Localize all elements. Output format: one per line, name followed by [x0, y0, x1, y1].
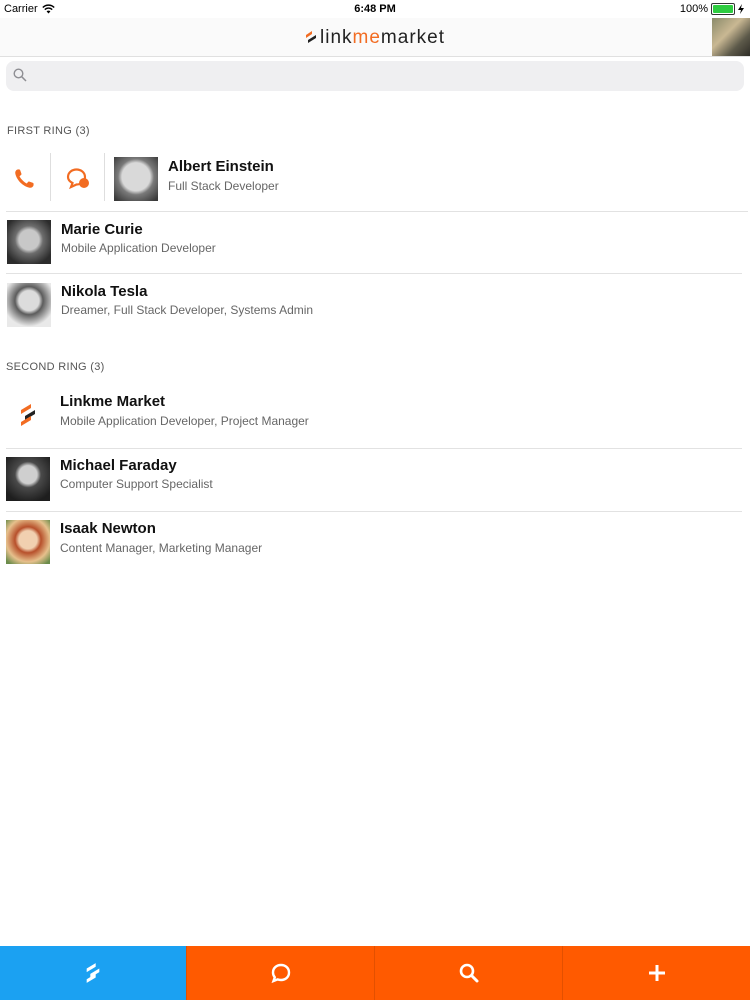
linkme-logo-icon — [86, 963, 100, 983]
chat-bubble-icon — [271, 963, 290, 984]
logo-text-market: market — [380, 27, 445, 48]
contact-role: Full Stack Developer — [168, 179, 279, 193]
battery-icon — [711, 3, 735, 15]
search-input[interactable] — [36, 65, 730, 89]
tab-add[interactable] — [562, 946, 750, 1000]
avatar — [6, 393, 50, 437]
search-icon — [13, 68, 27, 82]
section-header-second-ring: SECOND RING (3) — [6, 361, 105, 373]
charging-bolt-icon — [738, 4, 744, 14]
clock: 6:48 PM — [354, 3, 396, 15]
contact-role: Dreamer, Full Stack Developer, Systems A… — [61, 303, 314, 317]
list-item[interactable]: Linkme Market Mobile Application Develop… — [0, 385, 750, 447]
contact-name: Albert Einstein — [168, 158, 274, 175]
linkme-logo-icon — [21, 404, 35, 426]
battery-indicator: 100% — [680, 3, 744, 15]
contact-name: Michael Faraday — [60, 457, 177, 474]
list-item[interactable]: Nikola Tesla Dreamer, Full Stack Develop… — [0, 275, 750, 337]
call-button[interactable] — [2, 157, 46, 201]
avatar — [114, 157, 158, 201]
plus-icon — [648, 965, 665, 981]
logo-text-linkme: linkmelinkme — [320, 27, 381, 48]
navigation-bar: linkmelinkmemarket — [0, 18, 750, 57]
status-bar: Carrier 6:48 PM 100% — [0, 0, 750, 18]
row-divider — [6, 273, 742, 274]
contact-name: Nikola Tesla — [61, 283, 148, 300]
contact-name: Marie Curie — [61, 221, 143, 238]
contact-role: Mobile Application Developer, Project Ma… — [60, 414, 309, 428]
linkme-logo-mark-icon — [306, 30, 316, 43]
list-item[interactable]: Albert Einstein Full Stack Developer — [0, 149, 750, 211]
chat-button[interactable] — [56, 157, 100, 201]
avatar — [6, 457, 50, 501]
phone-icon — [15, 169, 34, 188]
contact-role: Computer Support Specialist — [60, 477, 213, 491]
list-item[interactable]: Marie Curie Mobile Application Developer — [0, 212, 750, 274]
chat-icon — [66, 168, 89, 190]
tab-chat[interactable] — [186, 946, 374, 1000]
contact-role: Mobile Application Developer — [61, 241, 216, 255]
tab-search[interactable] — [374, 946, 562, 1000]
battery-percent: 100% — [679, 3, 708, 15]
avatar — [6, 520, 50, 564]
avatar — [7, 283, 51, 327]
contact-name: Linkme Market — [60, 393, 166, 410]
contact-role: Content Manager, Marketing Manager — [60, 541, 263, 555]
avatar — [7, 220, 51, 264]
list-item[interactable]: Michael Faraday Computer Support Special… — [0, 449, 750, 511]
list-item[interactable]: Isaak Newton Content Manager, Marketing … — [0, 512, 750, 574]
contact-name: Isaak Newton — [60, 520, 156, 537]
profile-avatar[interactable] — [712, 18, 750, 56]
search-bar[interactable] — [6, 61, 744, 91]
tab-home[interactable] — [0, 946, 186, 1000]
section-header-first-ring: FIRST RING (3) — [7, 125, 90, 137]
app-logo: linkmelinkmemarket — [0, 27, 750, 49]
tab-bar — [0, 946, 750, 1000]
search-icon — [459, 963, 478, 983]
